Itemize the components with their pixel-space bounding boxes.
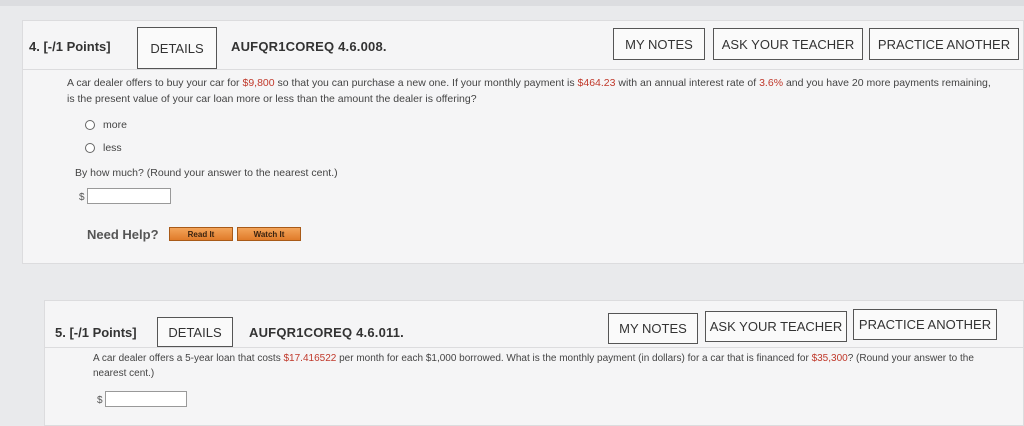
currency-symbol: $ <box>79 192 85 203</box>
read-it-button[interactable]: Read It <box>169 227 233 241</box>
question-text-part: per month for each $1,000 borrowed. What… <box>336 353 812 364</box>
question-text-part: so that you can purchase a new one. If y… <box>274 77 578 89</box>
question-text: A car dealer offers to buy your car for … <box>67 75 997 107</box>
option-label: less <box>103 142 122 154</box>
header-divider <box>45 347 1023 348</box>
watch-it-button[interactable]: Watch It <box>237 227 301 241</box>
header-divider <box>23 69 1023 70</box>
rate-per-thousand-value: $17.416522 <box>283 353 337 364</box>
question-text-part: A car dealer offers a 5-year loan that c… <box>93 353 284 364</box>
question-number: 4. [-/1 Points] <box>29 39 111 54</box>
need-help-label: Need Help? <box>87 227 159 242</box>
question-code: AUFQR1COREQ 4.6.008. <box>231 39 387 54</box>
interest-rate-value: 3.6% <box>759 77 784 89</box>
my-notes-button[interactable]: MY NOTES <box>608 313 698 344</box>
followup-question: By how much? (Round your answer to the n… <box>75 167 338 179</box>
radio-button[interactable] <box>85 143 95 153</box>
financed-amount-value: $35,300 <box>811 353 848 364</box>
question-code: AUFQR1COREQ 4.6.011. <box>249 325 404 340</box>
answer-input[interactable] <box>87 188 171 204</box>
question-card-5: 5. [-/1 Points] DETAILS AUFQR1COREQ 4.6.… <box>44 300 1024 426</box>
question-text-part: with an annual interest rate of <box>615 77 760 89</box>
my-notes-button[interactable]: MY NOTES <box>613 28 705 60</box>
answer-input[interactable] <box>105 391 187 407</box>
question-text-part: A car dealer offers to buy your car for <box>67 77 243 89</box>
question-card-4: 4. [-/1 Points] DETAILS AUFQR1COREQ 4.6.… <box>22 20 1024 264</box>
option-less[interactable]: less <box>85 142 122 154</box>
ask-your-teacher-button[interactable]: ASK YOUR TEACHER <box>705 311 847 342</box>
ask-your-teacher-button[interactable]: ASK YOUR TEACHER <box>713 28 863 60</box>
top-bar <box>0 0 1024 6</box>
option-more[interactable]: more <box>85 119 127 131</box>
practice-another-button[interactable]: PRACTICE ANOTHER <box>869 28 1019 60</box>
dealer-offer-value: $9,800 <box>242 77 275 89</box>
details-button[interactable]: DETAILS <box>137 27 217 69</box>
currency-symbol: $ <box>97 395 103 406</box>
question-number: 5. [-/1 Points] <box>55 325 137 340</box>
radio-button[interactable] <box>85 120 95 130</box>
practice-another-button[interactable]: PRACTICE ANOTHER <box>853 309 997 340</box>
option-label: more <box>103 119 127 131</box>
monthly-payment-value: $464.23 <box>577 77 616 89</box>
details-button[interactable]: DETAILS <box>157 317 233 347</box>
question-text: A car dealer offers a 5-year loan that c… <box>93 351 993 381</box>
